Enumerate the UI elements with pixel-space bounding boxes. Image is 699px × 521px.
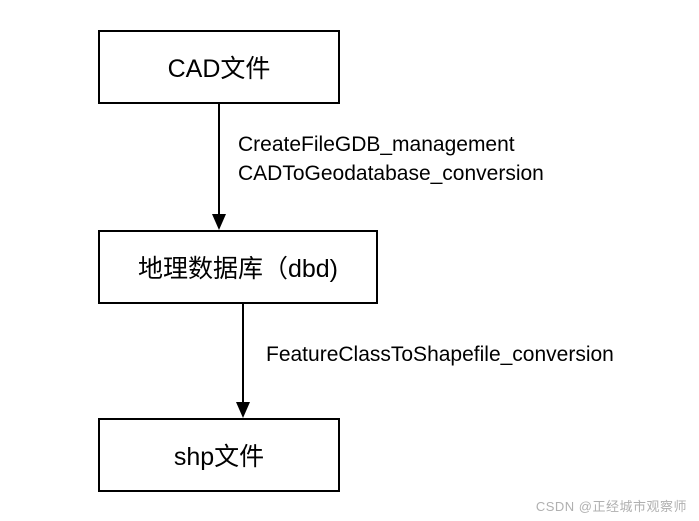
arrow-cad-to-gdb [218,104,220,215]
node-cad-label: CAD文件 [168,49,271,85]
node-cad-file: CAD文件 [98,30,340,104]
edge-label-line: CreateFileGDB_management [238,130,544,159]
node-geodatabase: 地理数据库（dbd) [98,230,378,304]
arrow-gdb-to-shp [242,304,244,403]
edge-label-gdb-to-shp: FeatureClassToShapefile_conversion [266,340,614,369]
node-gdb-label: 地理数据库（dbd) [138,249,338,285]
arrowhead-gdb-to-shp [236,402,250,418]
node-shp-file: shp文件 [98,418,340,492]
node-shp-label: shp文件 [174,437,264,473]
edge-label-line: CADToGeodatabase_conversion [238,159,544,188]
edge-label-cad-to-gdb: CreateFileGDB_management CADToGeodatabas… [238,130,544,189]
arrowhead-cad-to-gdb [212,214,226,230]
edge-label-line: FeatureClassToShapefile_conversion [266,340,614,369]
watermark-text: CSDN @正经城市观察师 [536,496,687,515]
